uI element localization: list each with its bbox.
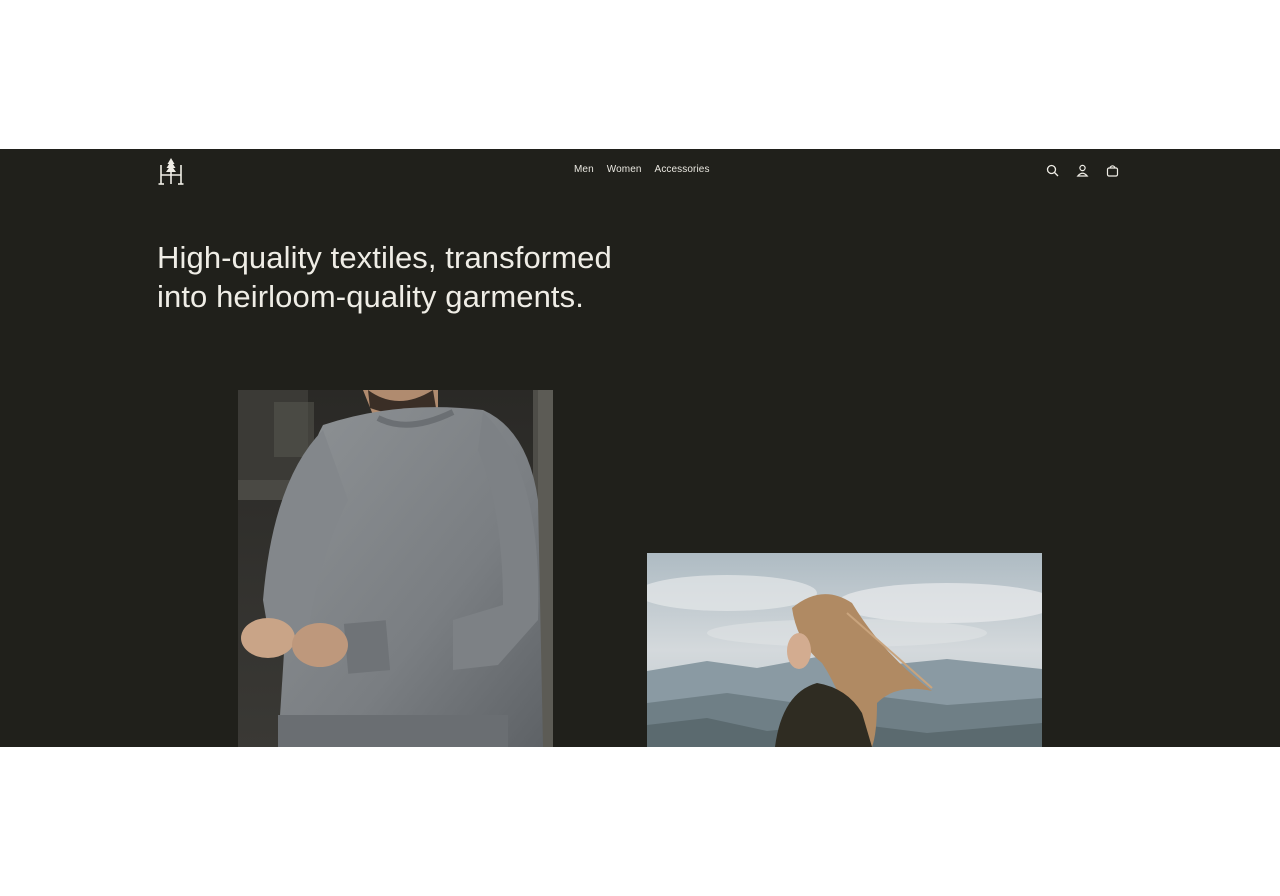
woman-windblown-hair-landscape-photo [647,553,1042,747]
man-in-grey-sweater-photo [238,390,553,747]
bag-icon[interactable] [1104,162,1120,178]
nav-item-women[interactable]: Women [607,164,642,175]
hero-section: Men Women Accessories High-quality texti… [0,149,1280,747]
search-icon[interactable] [1044,162,1060,178]
main-nav: Men Women Accessories [574,164,710,175]
account-icon[interactable] [1074,162,1090,178]
nav-item-men[interactable]: Men [574,164,594,175]
hero-title-line-1: High-quality textiles, transformed [157,240,612,275]
tree-monogram-logo-icon[interactable] [157,157,185,185]
hero-title-line-2: into heirloom-quality garments. [157,279,584,314]
header-actions [1044,162,1120,178]
nav-item-accessories[interactable]: Accessories [655,164,710,175]
site-header: Men Women Accessories [0,149,1280,193]
hero-title: High-quality textiles, transformed into … [157,238,717,316]
